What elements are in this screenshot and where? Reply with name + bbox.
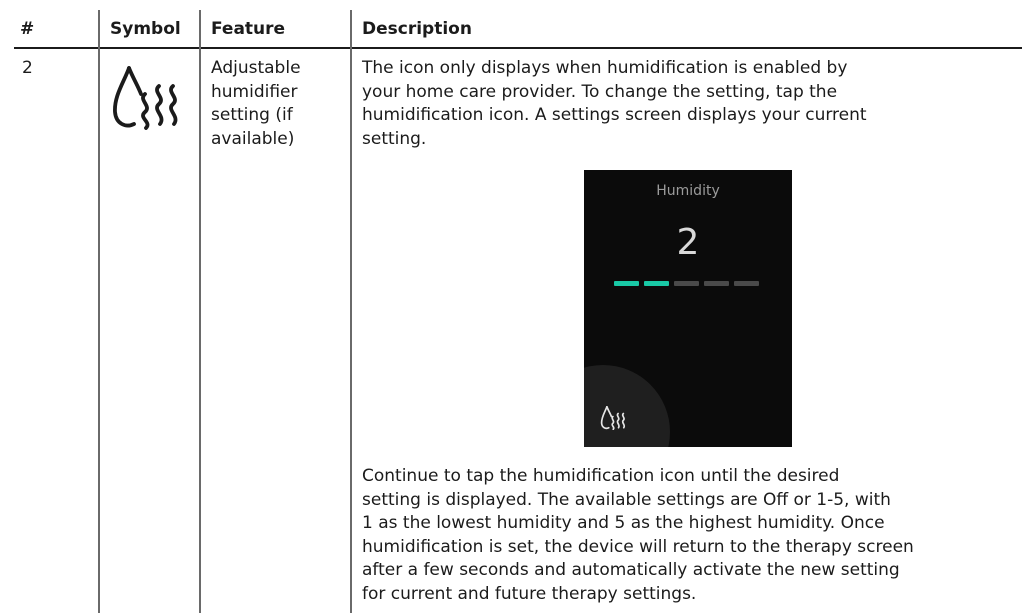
description-line: setting. xyxy=(362,128,427,149)
screen-title: Humidity xyxy=(656,183,720,199)
description-line: humidification icon. A settings screen d… xyxy=(362,105,867,125)
column-divider-2 xyxy=(199,10,201,613)
feature-line: humidifier xyxy=(211,81,298,102)
description-line: humidification is set, the device will r… xyxy=(362,536,914,557)
humidity-segment-active xyxy=(614,281,639,286)
column-divider-1 xyxy=(98,10,100,613)
description-line: The icon only displays when humidificati… xyxy=(362,58,848,78)
humidifier-icon xyxy=(113,66,178,130)
description-line: setting is displayed. The available sett… xyxy=(362,489,891,510)
header-symbol: Symbol xyxy=(110,19,181,39)
humidity-settings-screen: Humidity 2 xyxy=(584,170,792,447)
humidity-segment-inactive xyxy=(704,281,729,286)
description-line: Continue to tap the humidification icon … xyxy=(362,466,840,486)
feature-line: available) xyxy=(211,128,295,149)
header-number: # xyxy=(20,19,35,39)
humidifier-icon xyxy=(600,406,626,430)
feature-table: # Symbol Feature Description 2 Adjustabl… xyxy=(0,0,1022,613)
header-feature: Feature xyxy=(211,19,286,39)
description-line: after a few seconds and automatically ac… xyxy=(362,560,900,580)
feature-line: setting (if xyxy=(211,105,293,125)
header-divider xyxy=(14,47,1022,49)
row-number: 2 xyxy=(22,58,33,78)
humidity-value: 2 xyxy=(676,222,700,263)
humidity-level-indicator xyxy=(614,281,764,287)
description-outro: Continue to tap the humidification icon … xyxy=(362,465,914,606)
description-line: your home care provider. To change the s… xyxy=(362,81,838,102)
feature-line: Adjustable xyxy=(211,58,301,78)
humidity-segment-active xyxy=(644,281,669,286)
description-line: for current and future therapy settings. xyxy=(362,583,697,604)
description-intro: The icon only displays when humidificati… xyxy=(362,57,867,151)
description-line: 1 as the lowest humidity and 5 as the hi… xyxy=(362,513,885,533)
column-divider-3 xyxy=(350,10,352,613)
feature-cell: Adjustable humidifier setting (if availa… xyxy=(211,57,301,151)
humidity-segment-inactive xyxy=(734,281,759,286)
header-description: Description xyxy=(362,19,472,39)
humidity-segment-inactive xyxy=(674,281,699,286)
